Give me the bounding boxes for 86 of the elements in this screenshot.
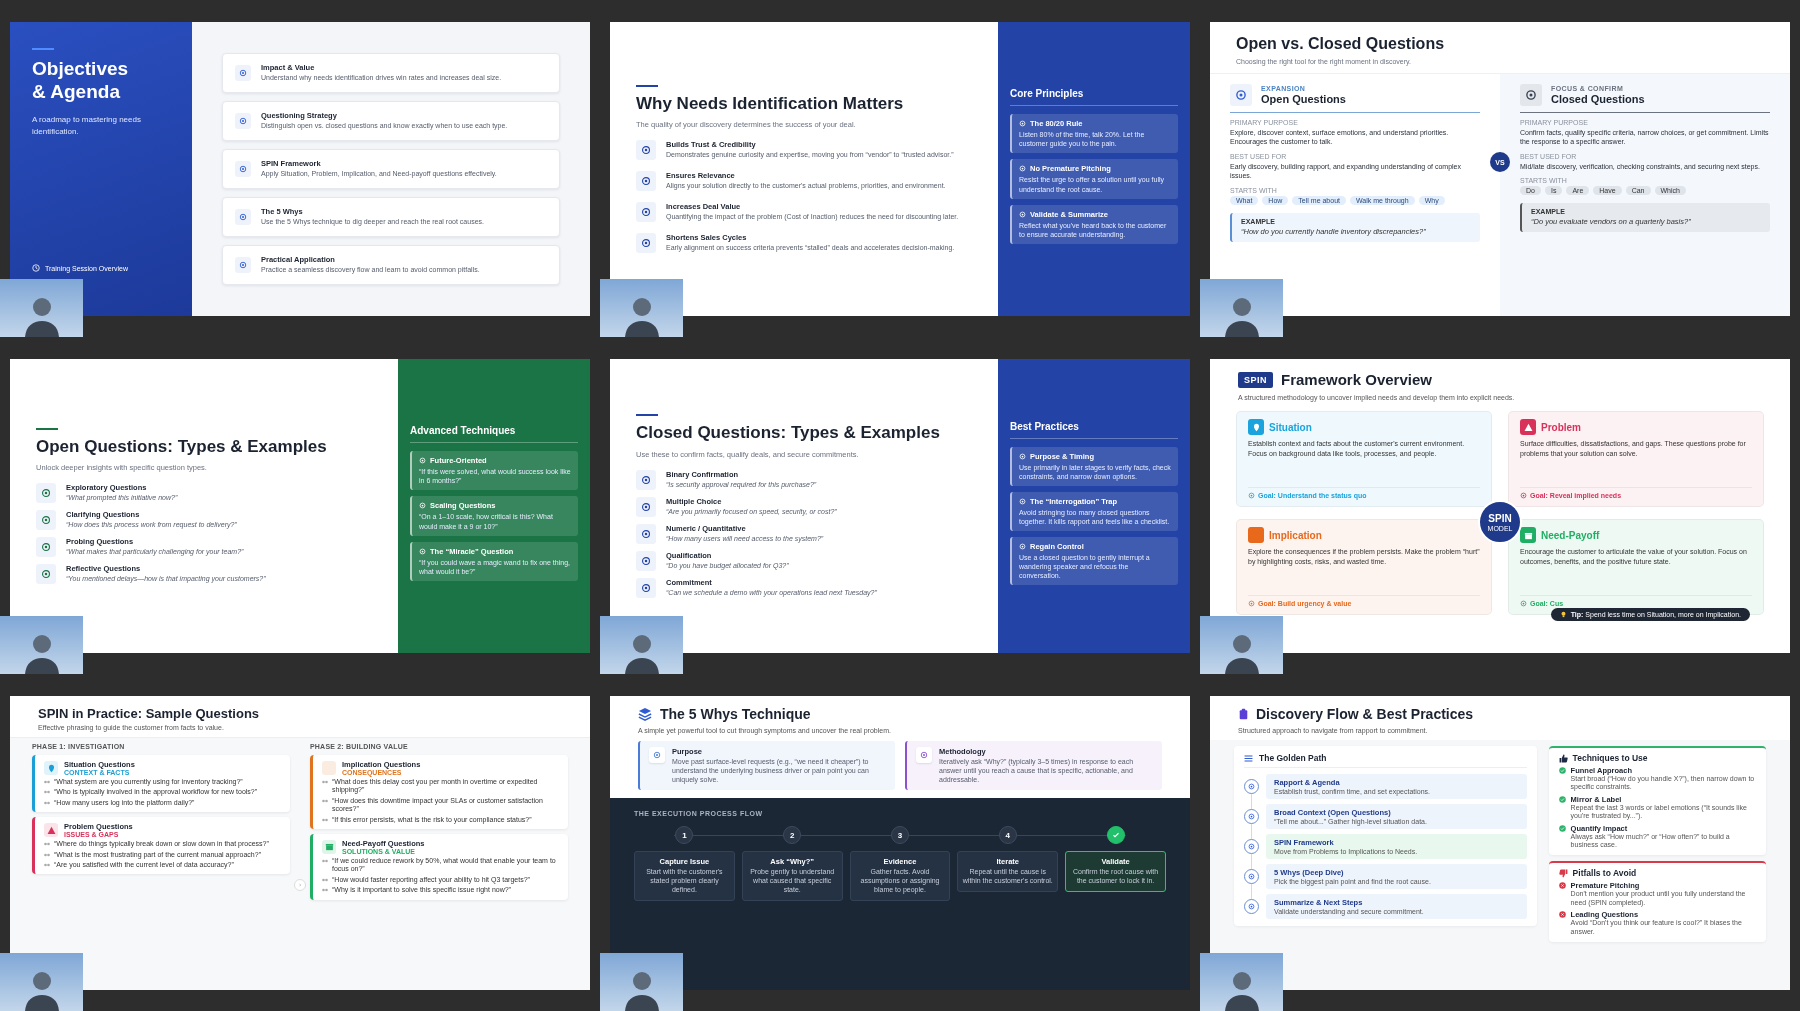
target-icon [636, 202, 656, 223]
target-icon [636, 550, 656, 571]
thumbs-down-icon [1558, 868, 1568, 878]
target-icon [636, 496, 656, 517]
target-icon [636, 523, 656, 544]
x-circle-icon [1558, 882, 1566, 890]
target-icon [36, 537, 56, 558]
lightbulb-icon [1559, 611, 1567, 618]
chevron-right-icon [294, 879, 306, 891]
target-icon [1019, 497, 1026, 505]
card-heading: Techniques to Use [1572, 753, 1648, 763]
slide-title: Discovery Flow & Best Practices [1256, 706, 1474, 722]
target-icon [1019, 165, 1026, 173]
target-icon [1244, 809, 1259, 824]
clipboard-icon [1238, 708, 1249, 720]
target-icon [419, 457, 426, 465]
slide-title: Objectives & Agenda [32, 58, 130, 104]
square-icon [322, 761, 336, 775]
target-icon [636, 233, 656, 254]
slide-title: Open vs. Closed Questions [1236, 35, 1446, 53]
clock-icon [32, 264, 40, 272]
check-icon [1106, 826, 1125, 845]
column-heading: Open Questions [1261, 93, 1346, 105]
slide-title: SPIN in Practice: Sample Questions [38, 706, 261, 721]
target-icon [1019, 210, 1026, 218]
target-icon [1248, 492, 1255, 500]
step-number: 3 [891, 826, 909, 845]
target-icon [1230, 84, 1252, 106]
step-number: 2 [783, 826, 802, 845]
column-heading: Closed Questions [1551, 93, 1645, 105]
target-icon [235, 65, 251, 81]
target-icon [235, 113, 251, 129]
slide-title: Why Needs Identification Matters [636, 94, 905, 114]
panel-heading: Advanced Techniques [410, 425, 578, 444]
panel-heading: Core Principles [1010, 88, 1178, 107]
panel-heading: Best Practices [1010, 420, 1178, 439]
gift-icon [322, 839, 336, 854]
target-icon [1520, 84, 1542, 106]
target-icon [235, 209, 251, 225]
check-circle-icon [1558, 767, 1566, 774]
target-icon [1248, 600, 1255, 608]
x-circle-icon [1558, 911, 1566, 919]
target-icon [649, 747, 665, 763]
target-icon [1520, 492, 1527, 500]
target-icon [36, 564, 56, 585]
layers-icon [638, 707, 652, 721]
target-icon [1244, 839, 1259, 854]
slide-title: Framework Overview [1281, 371, 1432, 388]
step-number: 4 [998, 826, 1017, 845]
target-icon [235, 257, 251, 273]
card-heading: Pitfalls to Avoid [1572, 868, 1637, 879]
check-circle-icon [1558, 795, 1566, 803]
list-icon [1244, 753, 1253, 763]
slide-title: Closed Questions: Types & Examples [636, 424, 941, 443]
warning-icon [44, 823, 58, 838]
target-icon [1019, 543, 1026, 551]
spin-badge: SPIN [1238, 371, 1273, 388]
slide-subtitle: A roadmap to mastering needs identification. [32, 113, 142, 138]
target-icon [235, 161, 251, 177]
target-icon [419, 502, 426, 510]
card-heading: The Golden Path [1259, 753, 1327, 763]
target-icon [36, 510, 56, 531]
target-icon [916, 747, 932, 763]
target-icon [419, 547, 426, 555]
badge-title: SPIN [1488, 512, 1512, 524]
target-icon [636, 140, 656, 161]
target-icon [636, 577, 656, 598]
target-icon [636, 469, 656, 490]
card-title: Implication [1269, 529, 1322, 541]
slide-title: The 5 Whys Technique [660, 706, 811, 722]
target-icon [636, 171, 656, 192]
target-icon [1244, 779, 1259, 794]
pin-icon [44, 761, 58, 775]
target-icon [1019, 120, 1026, 128]
slide-title: Open Questions: Types & Examples [36, 437, 328, 457]
thumbs-up-icon [1558, 753, 1568, 763]
card-title: Need-Payoff [1541, 529, 1600, 541]
target-icon [1520, 600, 1527, 608]
target-icon [36, 483, 56, 504]
target-icon [1244, 899, 1259, 914]
target-icon [1019, 452, 1026, 460]
step-number: 1 [675, 826, 694, 845]
target-icon [1244, 869, 1259, 884]
card-title: Problem [1541, 421, 1581, 433]
card-title: Situation [1269, 421, 1312, 433]
check-circle-icon [1558, 824, 1566, 832]
